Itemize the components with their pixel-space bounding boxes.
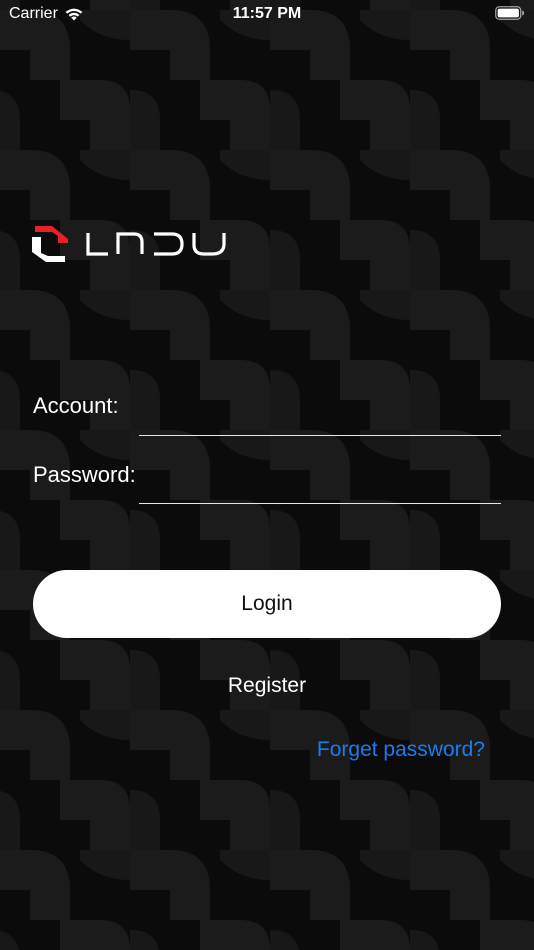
battery-icon (495, 6, 525, 20)
password-label: Password: (33, 462, 136, 487)
register-link[interactable]: Register (0, 674, 534, 698)
brand-wordmark (86, 232, 226, 256)
brand-logo (32, 226, 232, 262)
account-input[interactable] (139, 400, 501, 436)
password-input[interactable] (139, 468, 501, 504)
account-label: Account: (33, 393, 119, 418)
status-time: 11:57 PM (232, 5, 302, 22)
status-bar: Carrier 11:57 PM (0, 0, 534, 28)
brand-mark-icon (32, 226, 68, 262)
forget-password-link[interactable]: Forget password? (317, 738, 485, 762)
login-button[interactable]: Login (33, 570, 501, 638)
login-screen: Carrier 11:57 PM Account: Password: Logi… (0, 0, 534, 950)
